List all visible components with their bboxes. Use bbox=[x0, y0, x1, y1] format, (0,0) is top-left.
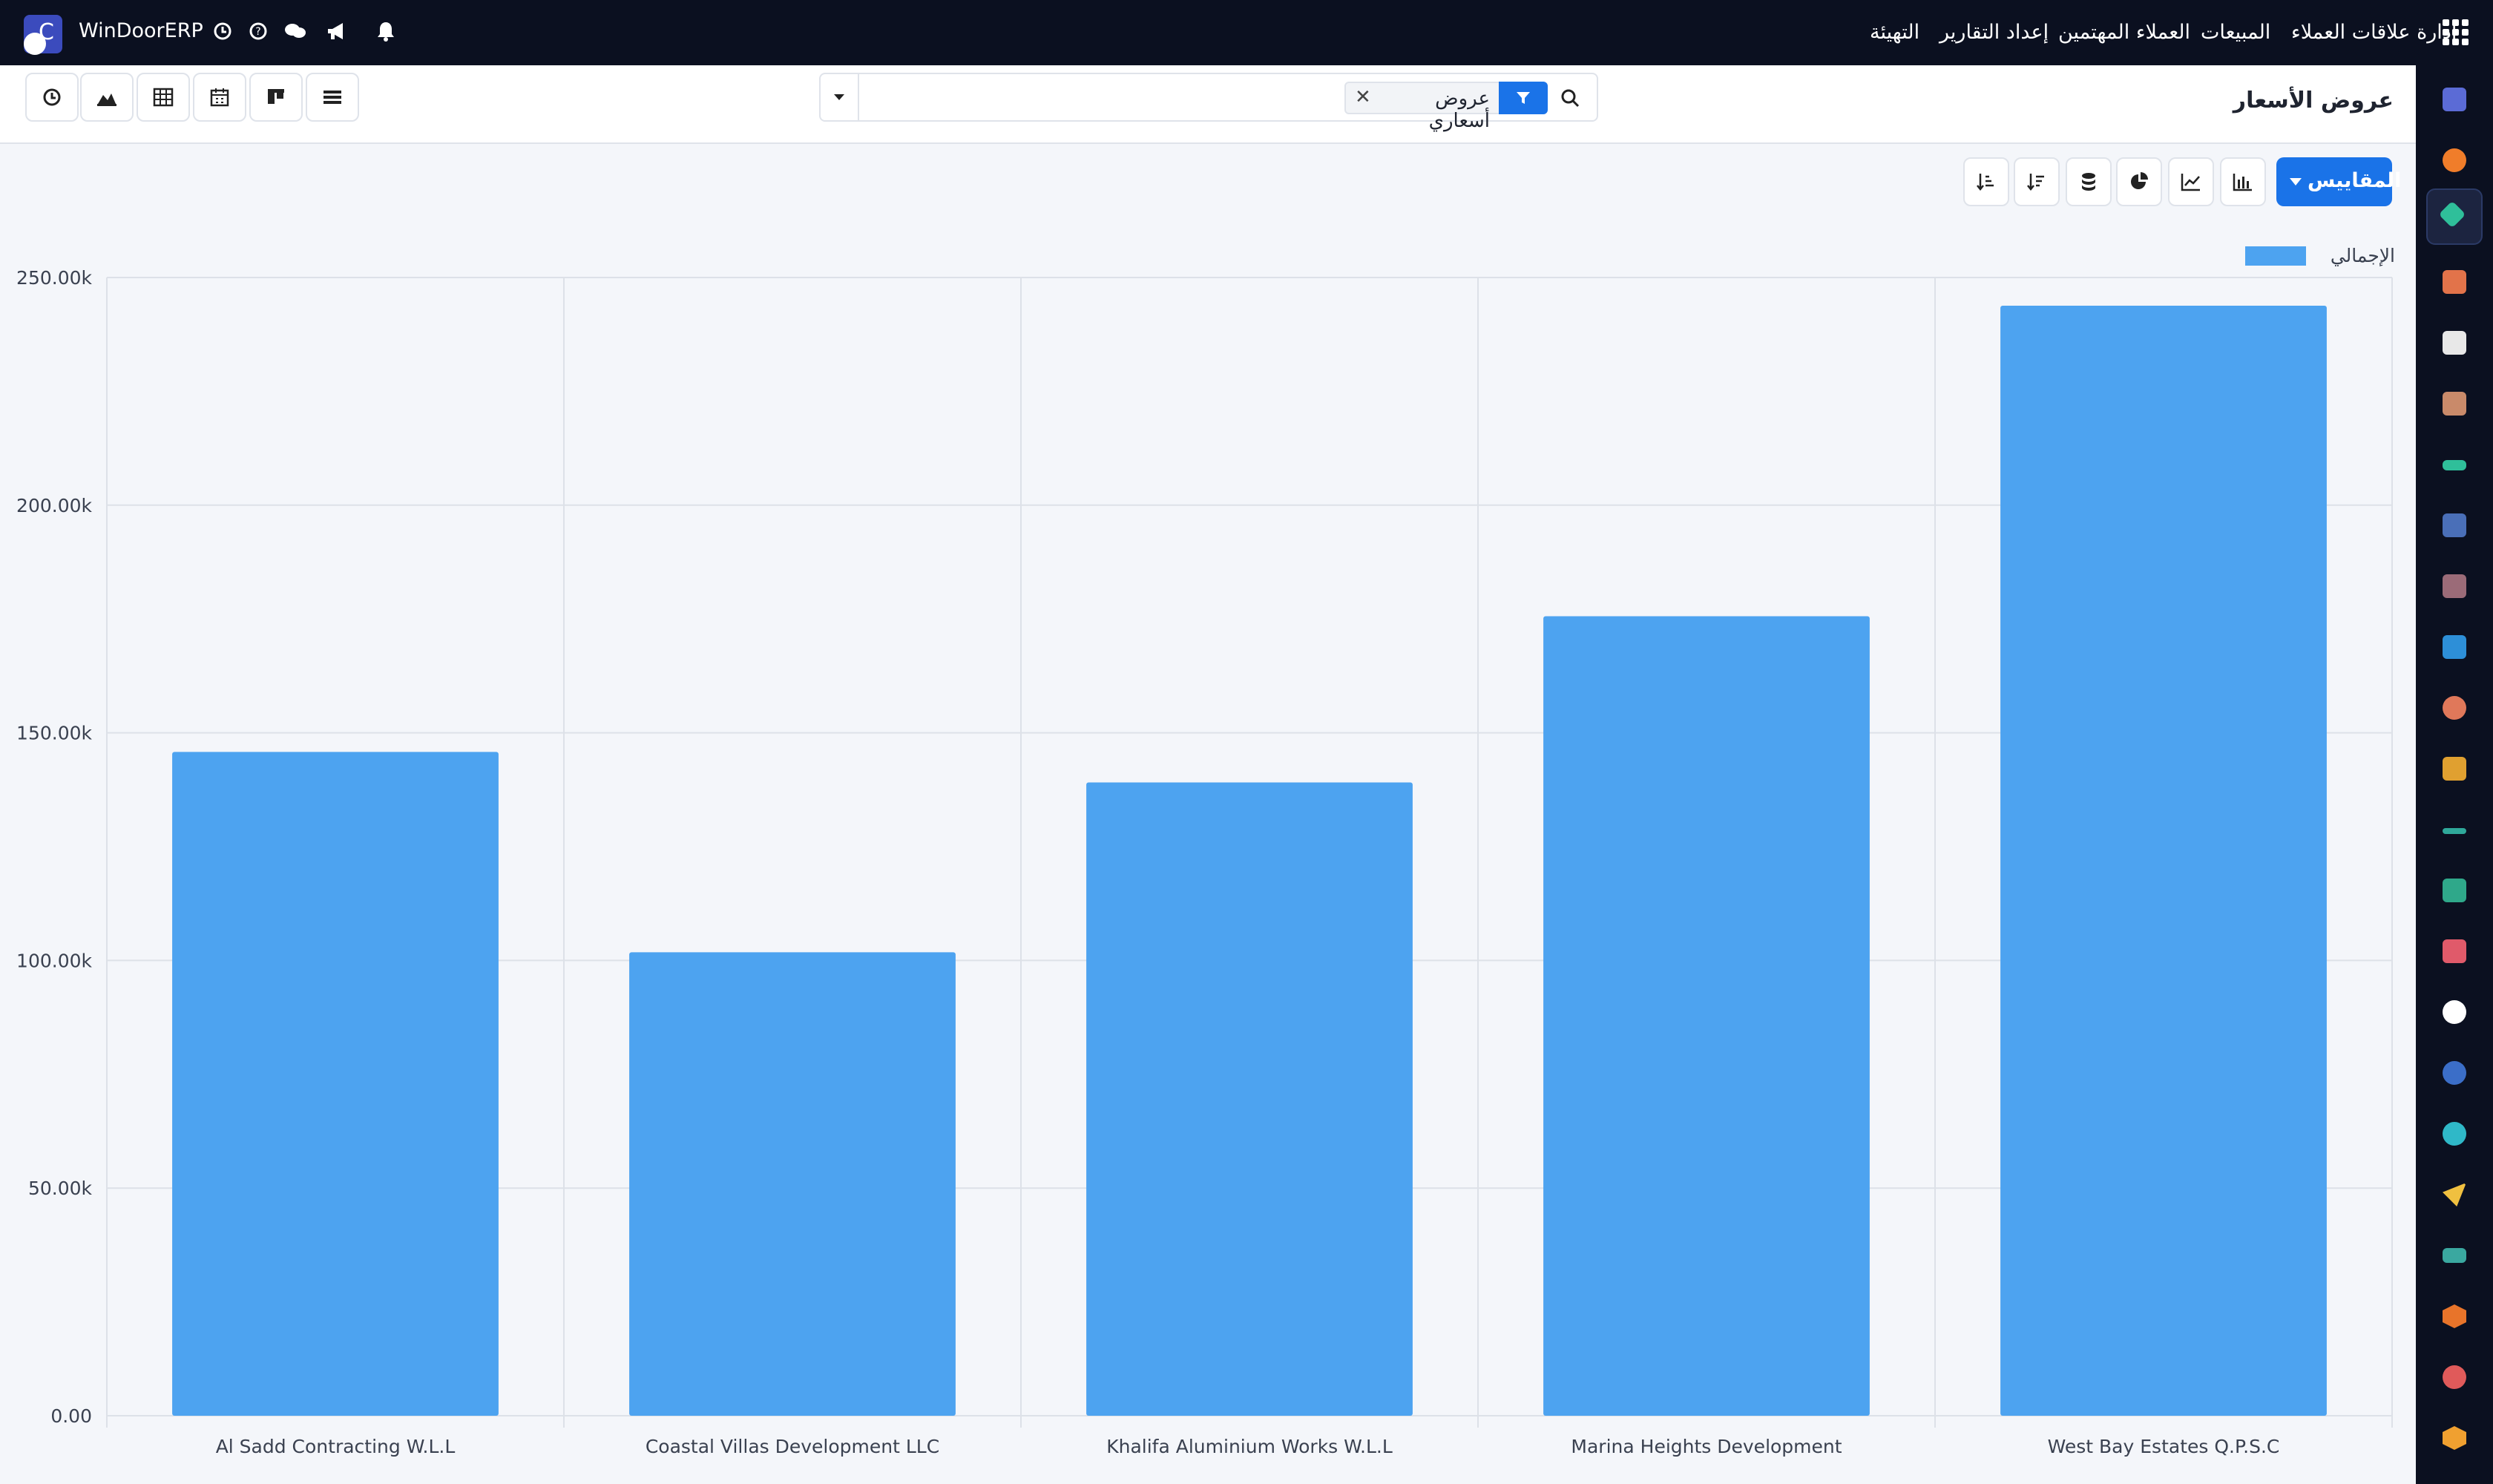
x-tick-label: Al Sadd Contracting W.L.L bbox=[216, 1436, 456, 1457]
search-facet: ✕ عروض أسعاري bbox=[1344, 82, 1548, 132]
bar[interactable] bbox=[629, 952, 956, 1416]
bar[interactable] bbox=[2000, 306, 2327, 1416]
remove-facet-icon[interactable]: ✕ bbox=[1355, 86, 1371, 108]
chat-icon[interactable] bbox=[280, 16, 310, 46]
app-manufacturing-icon[interactable] bbox=[2437, 1298, 2472, 1334]
y-tick-label: 250.00k bbox=[16, 267, 92, 289]
sort-descending-button[interactable] bbox=[1963, 157, 2009, 206]
caret-down-icon bbox=[2290, 178, 2302, 186]
pie-chart-button[interactable] bbox=[2116, 157, 2162, 206]
stacked-icon bbox=[2082, 173, 2095, 191]
menu-reporting[interactable]: إعداد التقارير bbox=[1939, 21, 2049, 44]
app-sidebar bbox=[2416, 65, 2493, 1484]
calendar-view-button[interactable] bbox=[193, 73, 246, 122]
x-tick-label: West Bay Estates Q.P.S.C bbox=[2048, 1436, 2280, 1457]
app-menu-grid-icon[interactable] bbox=[2441, 18, 2471, 47]
menu-crm[interactable]: إدارة علاقات العملاء bbox=[2291, 21, 2457, 44]
app-discuss-icon[interactable] bbox=[2437, 142, 2472, 178]
app-marketing-icon[interactable] bbox=[2437, 1116, 2472, 1152]
pivot-view-button[interactable] bbox=[137, 73, 190, 122]
graph-view-button[interactable] bbox=[80, 73, 134, 122]
app-employees-icon[interactable] bbox=[2437, 690, 2472, 726]
app-timer-icon[interactable] bbox=[2437, 1055, 2472, 1091]
app-calendar-icon[interactable] bbox=[2437, 751, 2472, 787]
sort-ascending-icon bbox=[2027, 174, 2044, 191]
facet-label: عروض أسعاري bbox=[1428, 88, 1490, 132]
bar-chart-icon bbox=[2233, 174, 2252, 191]
app-package-icon[interactable] bbox=[2437, 568, 2472, 604]
page-title: عروض الأسعار bbox=[2233, 88, 2394, 114]
sort-ascending-button[interactable] bbox=[2014, 157, 2060, 206]
y-tick-label: 150.00k bbox=[16, 723, 92, 744]
app-send-icon[interactable] bbox=[2437, 1177, 2472, 1212]
filter-icon bbox=[1499, 82, 1548, 114]
bar-chart-button[interactable] bbox=[2220, 157, 2266, 206]
x-tick-label: Khalifa Aluminium Works W.L.L bbox=[1106, 1436, 1393, 1457]
y-tick-label: 50.00k bbox=[28, 1178, 93, 1199]
app-whatsapp-icon[interactable] bbox=[2437, 994, 2472, 1030]
app-spreadsheet-icon[interactable] bbox=[2437, 1359, 2472, 1395]
list-view-icon bbox=[323, 91, 341, 104]
x-tick-label: Marina Heights Development bbox=[1571, 1436, 1842, 1457]
graph-view-icon bbox=[97, 93, 116, 106]
caret-down-icon bbox=[834, 94, 844, 100]
app-studio-icon[interactable] bbox=[2437, 386, 2472, 421]
help-icon[interactable]: ? bbox=[243, 16, 273, 46]
control-panel: بحث... ✕ عروض أسعاري عروض الأسعار bbox=[0, 65, 2416, 144]
pivot-view-icon bbox=[153, 88, 174, 107]
list-view-button[interactable] bbox=[306, 73, 359, 122]
app-dashboards-icon[interactable] bbox=[2437, 933, 2472, 969]
app-crm-icon[interactable] bbox=[2426, 188, 2483, 245]
bar-chart: 0.00 50.00k 100.00k 150.00k 200.00k 250.00k A… bbox=[16, 267, 2393, 1457]
app-invoicing-icon[interactable] bbox=[2437, 629, 2472, 665]
bar[interactable] bbox=[172, 752, 499, 1416]
company-logo[interactable]: C bbox=[24, 15, 62, 55]
app-knowledge-icon[interactable] bbox=[2437, 508, 2472, 543]
line-chart-button[interactable] bbox=[2168, 157, 2214, 206]
y-tick-label: 100.00k bbox=[16, 950, 92, 971]
sort-descending-icon bbox=[1977, 174, 1994, 191]
menu-configuration[interactable]: التهيئة bbox=[1870, 21, 1919, 44]
measures-label: المقاييس bbox=[2308, 169, 2402, 192]
y-tick-label: 0.00 bbox=[50, 1405, 92, 1427]
clock-icon[interactable] bbox=[208, 16, 237, 46]
y-tick-label: 200.00k bbox=[16, 495, 92, 516]
menu-leads[interactable]: العملاء المهتمين bbox=[2058, 21, 2190, 44]
app-tasks-icon[interactable] bbox=[2437, 447, 2472, 482]
kanban-view-button[interactable] bbox=[249, 73, 303, 122]
app-sales-icon[interactable] bbox=[2437, 264, 2472, 300]
top-navbar: C WinDoorERP ? التهيئة إعداد التقارير ال… bbox=[0, 0, 2493, 65]
megaphone-icon[interactable] bbox=[322, 16, 352, 46]
calendar-view-icon bbox=[210, 88, 229, 107]
company-name[interactable]: WinDoorERP bbox=[79, 19, 203, 42]
search-options-toggle[interactable] bbox=[821, 74, 859, 120]
app-mail-icon[interactable] bbox=[2437, 82, 2472, 117]
measures-dropdown[interactable]: المقاييس bbox=[2276, 157, 2402, 206]
pie-chart-icon bbox=[2131, 172, 2148, 189]
app-contacts-icon[interactable] bbox=[2437, 873, 2472, 908]
svg-text:?: ? bbox=[255, 26, 260, 38]
x-tick-label: Coastal Villas Development LLC bbox=[646, 1436, 939, 1457]
bar[interactable] bbox=[1086, 782, 1413, 1416]
app-payments-icon[interactable] bbox=[2437, 1238, 2472, 1273]
stacked-button[interactable] bbox=[2066, 157, 2112, 206]
menu-sales[interactable]: المبيعات bbox=[2201, 21, 2270, 44]
bell-icon[interactable] bbox=[371, 16, 401, 46]
activity-view-button[interactable] bbox=[25, 73, 79, 122]
bar[interactable] bbox=[1543, 616, 1870, 1416]
activity-view-icon bbox=[43, 88, 61, 106]
line-chart-icon bbox=[2181, 174, 2200, 191]
kanban-view-icon bbox=[268, 89, 284, 104]
app-settings-icon[interactable] bbox=[2437, 1420, 2472, 1456]
search-icon[interactable] bbox=[1554, 83, 1586, 113]
app-sign-icon[interactable] bbox=[2437, 812, 2472, 847]
search-bar: بحث... ✕ عروض أسعاري bbox=[819, 73, 1598, 132]
app-inventory-icon[interactable] bbox=[2437, 325, 2472, 361]
